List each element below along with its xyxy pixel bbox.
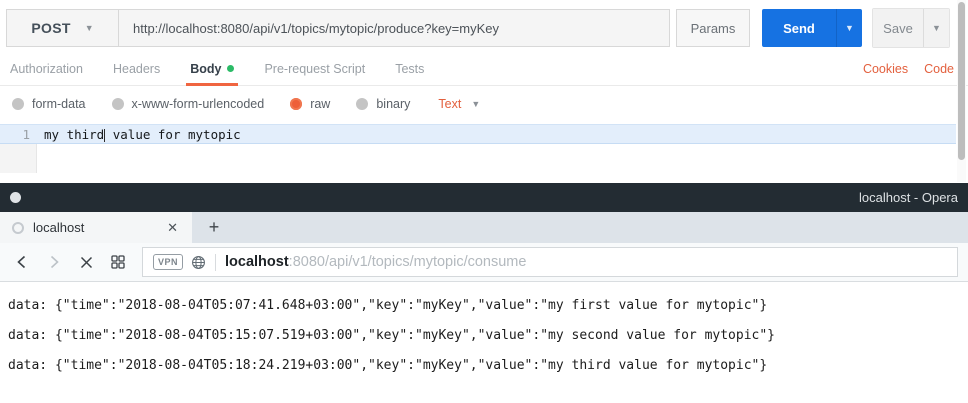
mode-label: raw: [310, 97, 330, 111]
opera-titlebar[interactable]: localhost - Opera: [0, 183, 968, 212]
raw-type-dropdown[interactable]: Text ▼: [438, 97, 480, 111]
text-after-cursor: value for mytopic: [105, 127, 240, 142]
request-tabs: Authorization Headers Body Pre-request S…: [0, 52, 968, 86]
editor-text: my third value for mytopic: [44, 127, 241, 142]
tab-tests[interactable]: Tests: [395, 52, 424, 86]
radio-icon: [356, 98, 368, 110]
scrollbar-thumb[interactable]: [958, 2, 965, 160]
close-tab-icon[interactable]: ✕: [163, 218, 182, 238]
chevron-down-icon: ▼: [932, 23, 941, 33]
forward-button[interactable]: [40, 248, 68, 276]
new-tab-button[interactable]: +: [192, 212, 236, 243]
sse-event-line: data: {"time":"2018-08-04T05:18:24.219+0…: [8, 351, 968, 381]
method-dropdown[interactable]: POST ▼: [7, 10, 119, 46]
postman-pane: POST ▼ http://localhost:8080/api/v1/topi…: [0, 0, 968, 183]
mode-label: form-data: [32, 97, 86, 111]
tab-label: Pre-request Script: [264, 62, 365, 76]
params-button[interactable]: Params: [676, 9, 750, 47]
send-button[interactable]: Send: [762, 9, 836, 47]
sse-event-line: data: {"time":"2018-08-04T05:15:07.519+0…: [8, 321, 968, 351]
speed-dial-grid-icon[interactable]: [104, 248, 132, 276]
tab-pre-request-script[interactable]: Pre-request Script: [264, 52, 365, 86]
mode-label: x-www-form-urlencoded: [132, 97, 265, 111]
tab-label: Headers: [113, 62, 160, 76]
request-row: POST ▼ http://localhost:8080/api/v1/topi…: [0, 0, 968, 48]
text-before-cursor: my third: [44, 127, 104, 142]
tabs-right-links: Cookies Code: [863, 62, 954, 76]
url-path: :8080/api/v1/topics/mytopic/consume: [289, 254, 527, 270]
body-editor[interactable]: 1 my third value for mytopic: [0, 124, 968, 173]
tab-label: Body: [190, 62, 221, 76]
favicon-loading-icon: [12, 222, 24, 234]
radio-icon: [112, 98, 124, 110]
scrollbar-track[interactable]: [957, 0, 966, 182]
raw-type-label: Text: [438, 97, 461, 111]
mode-binary[interactable]: binary: [356, 97, 410, 111]
code-link[interactable]: Code: [924, 62, 954, 76]
screen: POST ▼ http://localhost:8080/api/v1/topi…: [0, 0, 968, 403]
tab-body[interactable]: Body: [190, 52, 234, 86]
radio-selected-icon: [290, 98, 302, 110]
window-title: localhost - Opera: [859, 190, 958, 205]
mode-x-www-form-urlencoded[interactable]: x-www-form-urlencoded: [112, 97, 265, 111]
mode-form-data[interactable]: form-data: [12, 97, 86, 111]
send-options-button[interactable]: ▼: [836, 9, 862, 47]
editor-active-line[interactable]: 1 my third value for mytopic: [0, 124, 956, 144]
stop-reload-button[interactable]: [72, 248, 100, 276]
back-button[interactable]: [8, 248, 36, 276]
opera-tabstrip: localhost ✕ +: [0, 212, 968, 243]
send-button-group: Send ▼: [762, 9, 862, 47]
page-content: data: {"time":"2018-08-04T05:07:41.648+0…: [0, 282, 968, 403]
method-label: POST: [31, 20, 70, 36]
address-separator: [215, 254, 216, 271]
body-mode-selector: form-data x-www-form-urlencoded raw bina…: [0, 86, 968, 122]
save-button-group: Save ▼: [872, 8, 950, 48]
body-content-indicator-dot: [227, 65, 234, 72]
globe-icon[interactable]: [191, 255, 206, 270]
mode-label: binary: [376, 97, 410, 111]
tab-authorization[interactable]: Authorization: [10, 52, 83, 86]
radio-icon: [12, 98, 24, 110]
request-url-input[interactable]: http://localhost:8080/api/v1/topics/myto…: [119, 10, 669, 46]
browser-tab-title: localhost: [33, 220, 84, 235]
save-button[interactable]: Save: [873, 9, 923, 47]
browser-tab-localhost[interactable]: localhost ✕: [0, 212, 192, 243]
tab-headers[interactable]: Headers: [113, 52, 160, 86]
address-url: localhost:8080/api/v1/topics/mytopic/con…: [225, 254, 526, 270]
address-bar[interactable]: VPN localhost:8080/api/v1/topics/mytopic…: [142, 247, 958, 277]
request-url-value: http://localhost:8080/api/v1/topics/myto…: [133, 21, 499, 36]
chevron-down-icon: ▼: [85, 23, 94, 33]
window-dot-icon: [10, 192, 21, 203]
line-number: 1: [0, 127, 30, 142]
sse-event-line: data: {"time":"2018-08-04T05:07:41.648+0…: [8, 291, 968, 321]
chevron-down-icon: ▼: [471, 99, 480, 109]
method-url-control: POST ▼ http://localhost:8080/api/v1/topi…: [6, 9, 670, 47]
tab-label: Authorization: [10, 62, 83, 76]
url-host: localhost: [225, 254, 289, 270]
vpn-badge[interactable]: VPN: [153, 254, 183, 270]
chevron-down-icon: ▼: [845, 23, 854, 33]
mode-raw[interactable]: raw: [290, 97, 330, 111]
cookies-link[interactable]: Cookies: [863, 62, 908, 76]
tab-label: Tests: [395, 62, 424, 76]
opera-toolbar: VPN localhost:8080/api/v1/topics/mytopic…: [0, 243, 968, 282]
save-options-button[interactable]: ▼: [923, 9, 949, 47]
